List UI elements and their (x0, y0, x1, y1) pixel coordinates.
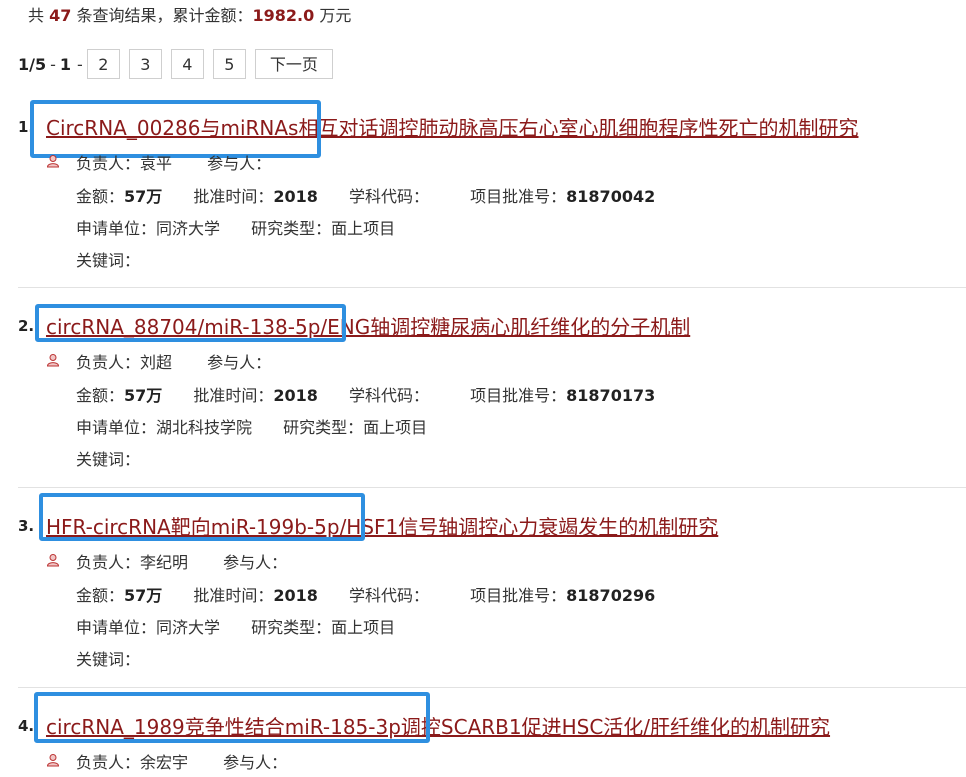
keywords-row: 关键词： (76, 450, 141, 469)
page-indicator: 1/5 (18, 54, 47, 74)
leader-row: 负责人：余宏宇 参与人： (76, 753, 288, 772)
divider (18, 687, 966, 688)
research-type-value: 面上项目 (363, 418, 428, 437)
research-type-value: 面上项目 (331, 618, 396, 637)
leader-row: 负责人：刘超 参与人： (76, 353, 272, 372)
funding-row: 金额：57万 批准时间：2018 学科代码： 项目批准号：81870296 (76, 586, 656, 605)
research-type-value: 面上项目 (331, 219, 396, 238)
result-title-link[interactable]: circRNA_1989竞争性结合miR-185-3p调控SCARB1促进HSC… (46, 711, 830, 740)
current-page: 1 (59, 54, 72, 74)
amount-value: 57万 (124, 187, 163, 206)
result-title-link[interactable]: CircRNA_00286与miRNAs相互对话调控肺动脉高压右心室心肌细胞程序… (46, 112, 858, 141)
approve-time-value: 2018 (273, 187, 318, 206)
institution-row: 申请单位：同济大学 研究类型：面上项目 (76, 618, 396, 637)
amount-value: 57万 (124, 386, 163, 405)
results-summary: 共 47 条查询结果，累计金额：1982.0 万元 (28, 6, 352, 25)
approve-time-value: 2018 (273, 586, 318, 605)
result-index: 3. (18, 517, 35, 535)
approve-no-value: 81870296 (566, 586, 656, 605)
approve-time-value: 2018 (273, 386, 318, 405)
institution-row: 申请单位：同济大学 研究类型：面上项目 (76, 219, 396, 238)
institution-value: 同济大学 (156, 618, 221, 637)
page-button-3[interactable]: 3 (128, 49, 162, 79)
institution-row: 申请单位：湖北科技学院 研究类型：面上项目 (76, 418, 428, 437)
person-icon (46, 554, 60, 567)
keywords-row: 关键词： (76, 650, 141, 669)
leader-row: 负责人：李纪明 参与人： (76, 553, 288, 572)
page-button-4[interactable]: 4 (170, 49, 204, 79)
leader-row: 负责人：袁平 参与人： (76, 154, 272, 173)
funding-row: 金额：57万 批准时间：2018 学科代码： 项目批准号：81870042 (76, 187, 656, 206)
person-icon (46, 354, 60, 367)
institution-value: 同济大学 (156, 219, 221, 238)
leader-name: 袁平 (140, 154, 173, 173)
result-index: 4. (18, 717, 35, 735)
leader-name: 刘超 (140, 353, 173, 372)
page-button-2[interactable]: 2 (86, 49, 120, 79)
amount-value: 57万 (124, 586, 163, 605)
result-title-link[interactable]: HFR-circRNA靶向miR-199b-5p/HSF1信号轴调控心力衰竭发生… (46, 511, 718, 540)
institution-value: 湖北科技学院 (156, 418, 253, 437)
keywords-row: 关键词： (76, 251, 141, 270)
leader-name: 余宏宇 (140, 753, 189, 772)
result-count: 47 (49, 6, 72, 25)
result-title-link[interactable]: circRNA_88704/miR-138-5p/ENG轴调控糖尿病心肌纤维化的… (46, 311, 690, 340)
leader-name: 李纪明 (140, 553, 189, 572)
next-page-button[interactable]: 下一页 (254, 49, 333, 79)
divider (18, 287, 966, 288)
search-results-page: 共 47 条查询结果，累计金额：1982.0 万元 1/5 - 1 - 2 3 … (0, 0, 966, 777)
approve-no-value: 81870173 (566, 386, 656, 405)
result-index: 1. (18, 118, 35, 136)
divider (18, 487, 966, 488)
pagination: 1/5 - 1 - 2 3 4 5 下一页 (18, 48, 342, 80)
total-amount: 1982.0 (252, 6, 315, 25)
approve-no-value: 81870042 (566, 187, 656, 206)
funding-row: 金额：57万 批准时间：2018 学科代码： 项目批准号：81870173 (76, 386, 656, 405)
result-index: 2. (18, 317, 35, 335)
person-icon (46, 155, 60, 168)
person-icon (46, 754, 60, 767)
page-button-5[interactable]: 5 (212, 49, 246, 79)
